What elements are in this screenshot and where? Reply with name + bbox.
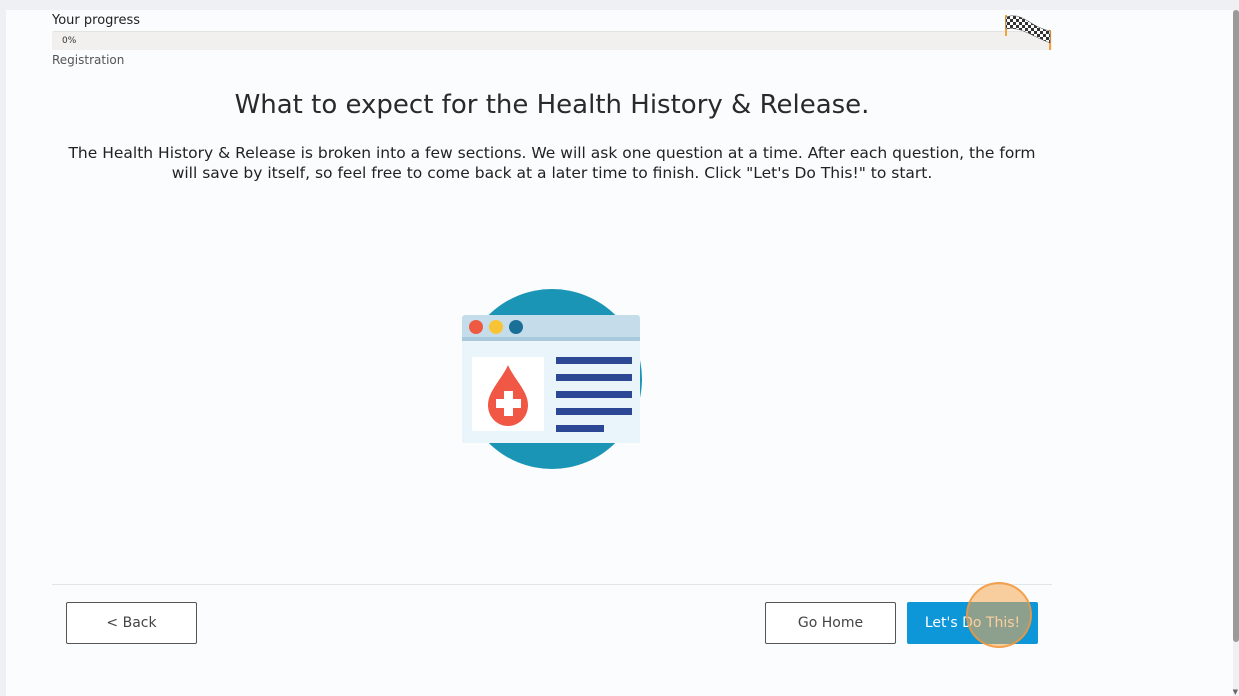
page-title: What to expect for the Health History & … [234, 90, 870, 120]
scroll-down-arrow-icon[interactable]: ▼ [1233, 688, 1238, 696]
cross-horizontal [496, 399, 521, 408]
lets-do-this-button[interactable]: Let's Do This! [907, 602, 1038, 644]
back-button[interactable]: < Back [66, 602, 197, 644]
text-line [556, 425, 604, 432]
checkered-flag-icon [1005, 15, 1051, 50]
text-line [556, 357, 632, 364]
go-home-button[interactable]: Go Home [765, 602, 896, 644]
intro-text: The Health History & Release is broken i… [68, 144, 1036, 182]
window-dot-yellow [489, 320, 503, 334]
medical-record-icon [462, 289, 642, 469]
window-title-bar [462, 315, 640, 339]
progress-bar: 0% [52, 31, 1052, 50]
progress-label: Your progress [52, 13, 141, 28]
progress-step-label: Registration [52, 53, 125, 67]
text-line [556, 374, 632, 381]
window-dot-red [469, 320, 483, 334]
scrollbar[interactable] [1233, 10, 1239, 642]
footer-divider [52, 584, 1052, 585]
window-dot-blue [509, 320, 523, 334]
page: Your progress 0% Registration What to ex… [6, 10, 1233, 696]
text-line [556, 408, 632, 415]
progress-percent: 0% [62, 36, 77, 46]
text-line [556, 391, 632, 398]
